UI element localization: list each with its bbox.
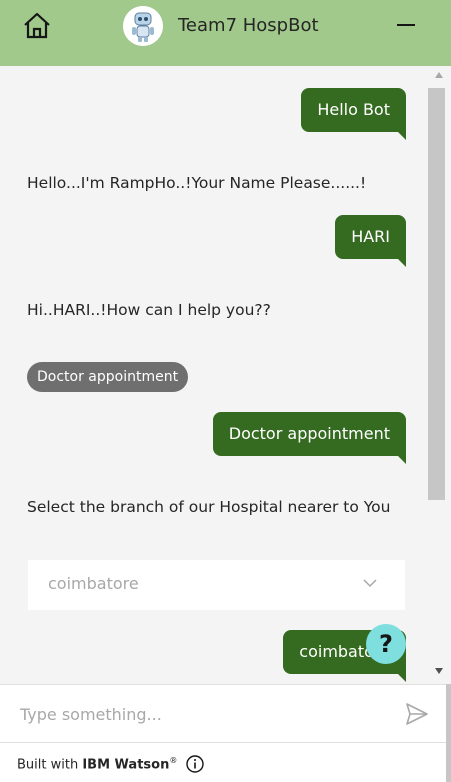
branch-dropdown[interactable]: coimbatore xyxy=(28,560,405,610)
chat-footer: Built with IBM Watson® xyxy=(0,742,446,782)
user-message: Doctor appointment xyxy=(212,412,407,464)
bot-message: Hello...I'm RampHo..!Your Name Please...… xyxy=(27,174,367,192)
help-button[interactable]: ? xyxy=(366,624,406,664)
robot-avatar-icon xyxy=(123,6,163,46)
scroll-thumb[interactable] xyxy=(428,88,445,500)
info-button[interactable] xyxy=(186,755,204,773)
message-scrollbar[interactable] xyxy=(427,66,451,684)
window-edge xyxy=(446,684,451,782)
chat-header: Team7 HospBot xyxy=(0,0,451,66)
dropdown-value: coimbatore xyxy=(48,574,139,593)
home-button[interactable] xyxy=(22,11,52,41)
bot-message: Select the branch of our Hospital nearer… xyxy=(27,498,391,516)
chat-title: Team7 HospBot xyxy=(178,15,319,36)
message-input[interactable] xyxy=(18,699,392,729)
home-icon xyxy=(24,12,50,39)
footer-prefix: Built with xyxy=(17,757,79,773)
trademark-mark: ® xyxy=(169,756,178,765)
send-icon xyxy=(406,703,428,725)
scroll-up-icon[interactable] xyxy=(435,72,443,78)
scroll-down-icon[interactable] xyxy=(435,668,443,674)
chevron-down-icon xyxy=(363,579,377,588)
minimize-button[interactable] xyxy=(397,24,415,26)
message-composer xyxy=(0,684,446,742)
info-icon xyxy=(186,755,204,773)
bot-avatar xyxy=(123,6,163,46)
user-message: HARI xyxy=(335,215,406,267)
user-message: Hello Bot xyxy=(301,88,406,140)
message-list: Hello Bot Hello...I'm RampHo..!Your Name… xyxy=(0,66,427,684)
built-with-label: Built with IBM Watson® xyxy=(17,756,177,772)
bot-message: Hi..HARI..!How can I help you?? xyxy=(27,301,271,319)
option-doctor-appointment[interactable]: Doctor appointment xyxy=(27,362,189,392)
footer-brand: IBM Watson xyxy=(82,757,170,773)
send-button[interactable] xyxy=(404,701,430,727)
